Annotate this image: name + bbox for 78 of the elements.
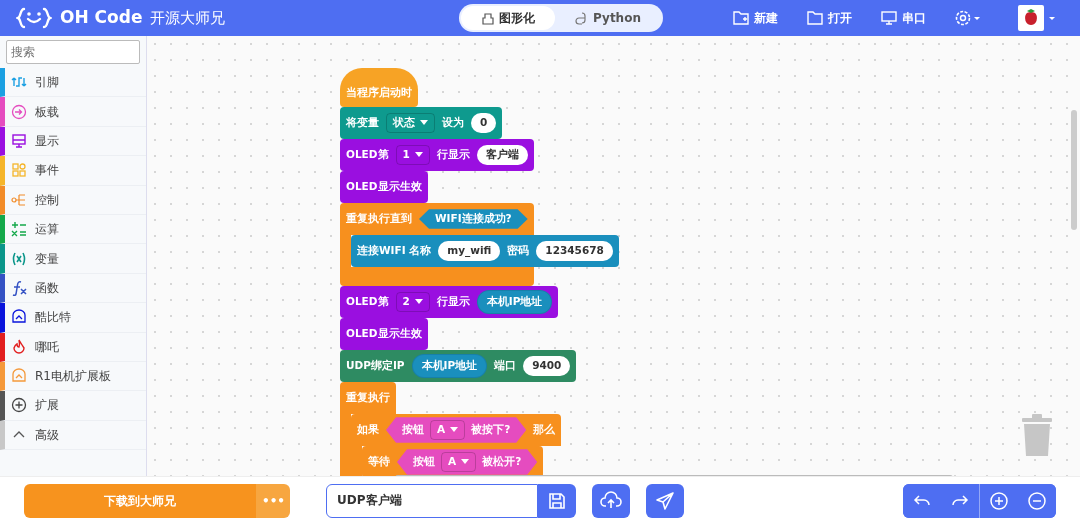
toolbar-button[interactable]: 新建 — [726, 8, 784, 28]
grid-icon — [11, 162, 27, 179]
block-dropdown[interactable]: 1 — [395, 145, 430, 165]
block-label: 当程序启动时 — [346, 86, 412, 100]
boolean-block[interactable]: WIFI连接成功? — [419, 209, 528, 229]
block-dropdown[interactable]: 2 — [395, 292, 430, 312]
block-label: 按钮 — [413, 455, 435, 469]
caret-icon — [461, 459, 470, 465]
save-button[interactable] — [538, 483, 576, 518]
block-label: OLED显示生效 — [346, 327, 422, 341]
function-icon — [11, 279, 27, 296]
smiley-logo-icon — [16, 7, 52, 29]
block-label: 密码 — [507, 244, 530, 258]
zoom-in-icon — [989, 490, 1009, 511]
gauge-icon — [11, 309, 27, 326]
block-label: 被松开? — [482, 455, 522, 469]
block-input[interactable]: 0 — [471, 113, 497, 133]
block-label: 按钮 — [402, 423, 424, 437]
block-label: 等待 — [368, 455, 390, 469]
reporter-block[interactable]: 本机IP地址 — [476, 290, 553, 314]
block-label: 设为 — [442, 116, 464, 130]
loop-block[interactable]: 重复执行直到 WIFI连接成功? — [340, 203, 534, 235]
block-label: 端口 — [494, 359, 517, 373]
block-label: OLED第 — [346, 148, 389, 162]
block-label: 那么 — [533, 423, 556, 437]
statement-block[interactable]: OLED第 2 行显示 本机IP地址 — [340, 286, 559, 318]
toolbar-button[interactable]: 打开 — [800, 8, 858, 28]
scrollbar[interactable] — [1071, 110, 1077, 230]
cloud-upload-icon — [600, 490, 622, 511]
plus-circle-icon — [11, 397, 27, 414]
calculator-icon — [11, 221, 27, 238]
block-label: 行显示 — [436, 148, 470, 162]
statement-block[interactable]: 连接WIFI 名称 my_wifi 密码 12345678 — [351, 235, 619, 267]
block-label: UDP绑定IP — [346, 359, 405, 373]
caret-icon — [414, 152, 423, 158]
block-label: OLED显示生效 — [346, 180, 422, 194]
block-label: 重复执行 — [346, 391, 390, 405]
folder-icon — [806, 9, 824, 27]
gauge-icon — [11, 368, 27, 385]
flame-icon — [11, 338, 27, 355]
block-label: 被按下? — [471, 423, 511, 437]
block-label: 连接WIFI 名称 — [357, 244, 432, 258]
caret-icon — [414, 299, 423, 305]
zoom-out-icon — [1027, 490, 1047, 511]
new-file-icon — [732, 9, 750, 27]
block-label: 将变量 — [346, 116, 379, 130]
paper-plane-icon — [655, 490, 675, 511]
caret-icon — [420, 120, 428, 126]
project-name-field[interactable]: UDP客户端 — [326, 483, 538, 518]
block-input[interactable]: 12345678 — [536, 241, 613, 261]
reporter-block[interactable]: 本机IP地址 — [411, 354, 488, 378]
block-label: OLED第 — [346, 295, 389, 309]
statement-block[interactable]: OLED显示生效 — [340, 318, 428, 350]
block-label: 行显示 — [436, 295, 470, 309]
brand-name: OH Code — [60, 6, 143, 30]
mode-tab[interactable]: Python — [555, 6, 661, 30]
send-button[interactable] — [646, 483, 684, 518]
statement-block[interactable]: OLED第 1 行显示 客户端 — [340, 139, 534, 171]
upload-button[interactable] — [592, 483, 630, 518]
block-input[interactable]: 客户端 — [476, 145, 528, 165]
block-input[interactable]: 9400 — [523, 356, 571, 376]
variable-icon — [11, 250, 27, 267]
brand-subtitle: 开源大师兄 — [150, 7, 226, 29]
monitor-icon — [11, 132, 27, 149]
caret-icon — [450, 427, 459, 433]
toolbar-button[interactable]: 串口 — [874, 8, 932, 28]
branch-icon — [11, 191, 27, 208]
statement-block[interactable]: OLED显示生效 — [340, 171, 428, 203]
block-label: 如果 — [357, 423, 379, 437]
statement-block[interactable]: 将变量 状态 设为 0 — [340, 107, 503, 139]
block-label: 重复执行直到 — [346, 212, 412, 226]
puzzle-icon — [481, 10, 496, 26]
monitor-icon — [880, 9, 898, 27]
search-field[interactable]: 搜索 — [6, 40, 140, 64]
statement-block[interactable]: UDP绑定IP 本机IP地址 端口 9400 — [340, 350, 577, 382]
mode-tab[interactable]: 图形化 — [461, 6, 556, 30]
block-input[interactable]: my_wifi — [438, 241, 501, 261]
login-icon — [11, 103, 27, 120]
